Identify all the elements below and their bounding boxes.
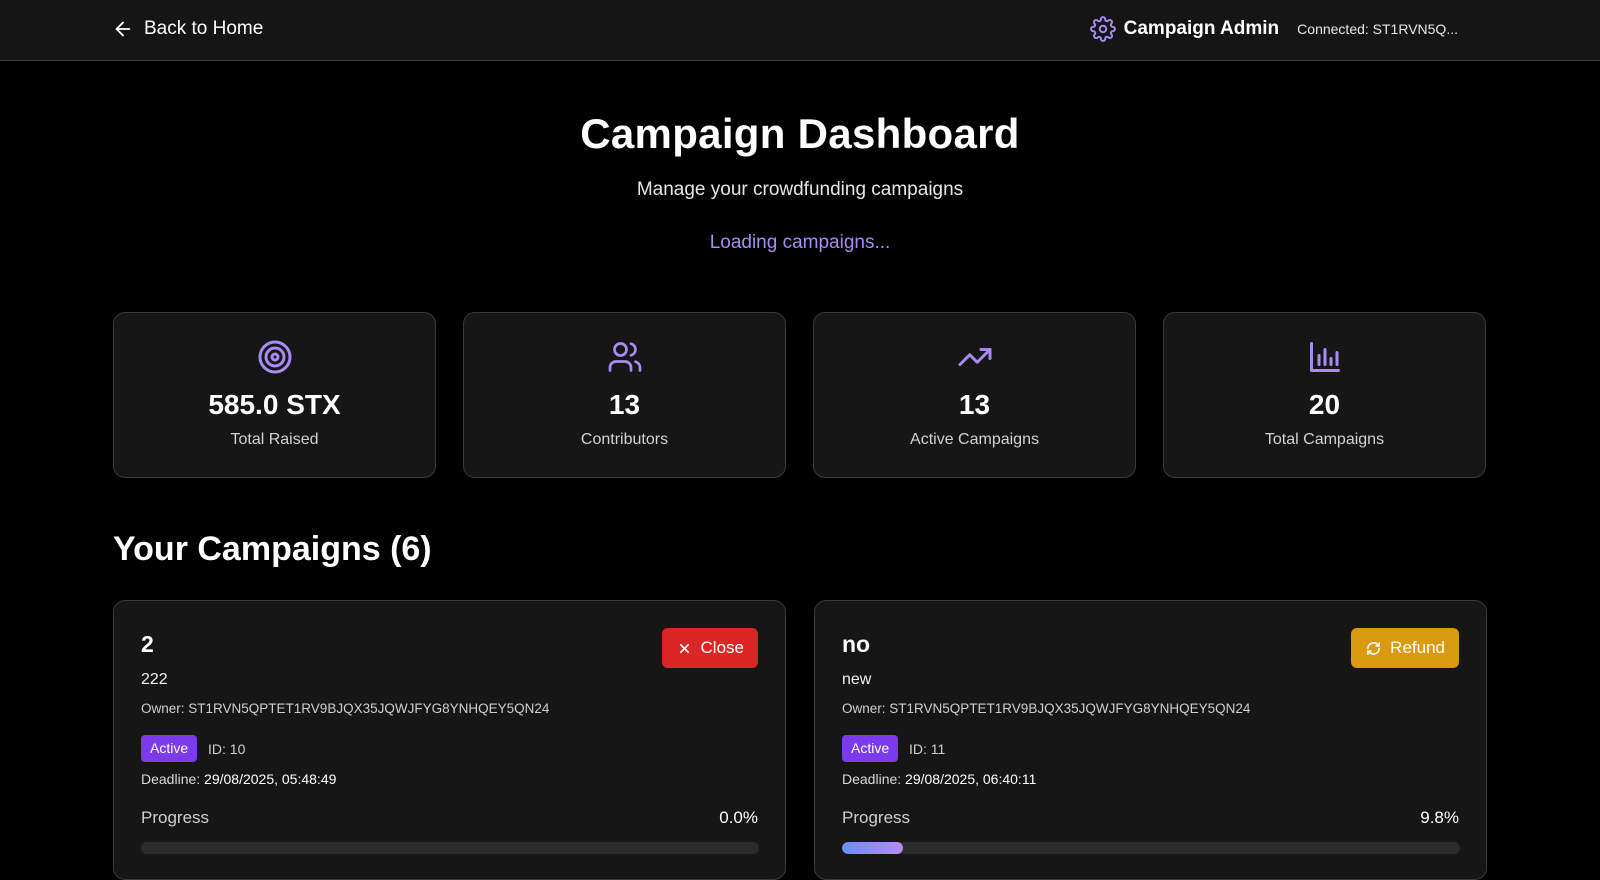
back-label: Back to Home [144, 18, 264, 39]
stat-card-total-raised: 585.0 STX Total Raised [113, 312, 436, 478]
deadline-value: 29/08/2025, 05:48:49 [204, 771, 337, 787]
campaign-deadline: Deadline: 29/08/2025, 06:40:11 [842, 771, 1036, 787]
deadline-label: Deadline: [842, 771, 902, 787]
admin-area: Campaign Admin Connected: ST1RVN5Q... [1089, 14, 1458, 44]
status-badge: Active [842, 735, 899, 762]
campaign-id: ID: 10 [208, 741, 246, 757]
stat-value: 585.0 STX [208, 389, 341, 420]
close-button-label: Close [700, 638, 744, 657]
status-badge: Active [141, 735, 198, 762]
deadline-value: 29/08/2025, 06:40:11 [905, 771, 1037, 787]
admin-title: Campaign Admin [1089, 16, 1280, 42]
stat-label: Contributors [580, 431, 669, 448]
gear-icon [1089, 16, 1116, 42]
progress-label: Progress [141, 808, 210, 827]
loading-status: Loading campaigns... [709, 232, 891, 253]
stat-value: 20 [1308, 389, 1341, 420]
progress-bar [842, 842, 1460, 854]
campaigns-section-title: Your Campaigns (6) [113, 530, 432, 568]
campaign-card: no new Owner: ST1RVN5QPTET1RV9BJQX35JQWJ… [814, 600, 1487, 880]
progress-percent: 0.0% [719, 808, 758, 827]
stat-card-active-campaigns: 13 Active Campaigns [813, 312, 1136, 478]
campaign-deadline: Deadline: 29/08/2025, 05:48:49 [141, 771, 336, 787]
refund-campaign-button[interactable]: Refund [1351, 628, 1459, 668]
refresh-icon [1367, 641, 1381, 655]
users-icon [608, 342, 641, 372]
progress-fill [842, 842, 903, 854]
trending-up-icon [958, 348, 991, 366]
back-to-home-link[interactable]: Back to Home [112, 16, 263, 42]
progress-percent: 9.8% [1420, 808, 1459, 827]
stat-label: Total Raised [230, 431, 319, 448]
campaign-description: new [842, 671, 872, 688]
refund-button-label: Refund [1390, 638, 1445, 657]
stats-row: 585.0 STX Total Raised 13 Contributors 1… [113, 312, 1487, 478]
campaign-owner: Owner: ST1RVN5QPTET1RV9BJQX35JQWJFYG8YNH… [842, 701, 1251, 716]
campaign-name: no [842, 631, 871, 657]
target-icon [258, 340, 291, 374]
x-icon [679, 643, 689, 653]
admin-title-label: Campaign Admin [1123, 18, 1280, 39]
top-bar: Back to Home Campaign Admin Connected: S… [0, 0, 1600, 61]
stat-label: Total Campaigns [1264, 431, 1385, 448]
campaign-card: 2 222 Owner: ST1RVN5QPTET1RV9BJQX35JQWJF… [113, 600, 786, 880]
arrow-left-icon [115, 21, 131, 37]
progress-bar [141, 842, 759, 854]
stat-card-contributors: 13 Contributors [463, 312, 786, 478]
campaign-owner: Owner: ST1RVN5QPTET1RV9BJQX35JQWJFYG8YNH… [141, 701, 550, 716]
campaign-name: 2 [141, 631, 154, 657]
stat-value: 13 [958, 389, 991, 420]
page-subtitle: Manage your crowdfunding campaigns [636, 179, 964, 200]
bar-chart-icon [1309, 342, 1340, 372]
campaign-description: 222 [141, 671, 168, 688]
progress-label: Progress [842, 808, 911, 827]
campaign-id: ID: 11 [909, 741, 946, 757]
wallet-connected-status: Connected: ST1RVN5Q... [1297, 21, 1458, 37]
page-title: Campaign Dashboard [580, 110, 1020, 157]
stat-value: 13 [608, 389, 641, 420]
stat-label: Active Campaigns [910, 431, 1039, 448]
deadline-label: Deadline: [141, 771, 201, 787]
close-campaign-button[interactable]: Close [661, 628, 758, 668]
stat-card-total-campaigns: 20 Total Campaigns [1163, 312, 1486, 478]
